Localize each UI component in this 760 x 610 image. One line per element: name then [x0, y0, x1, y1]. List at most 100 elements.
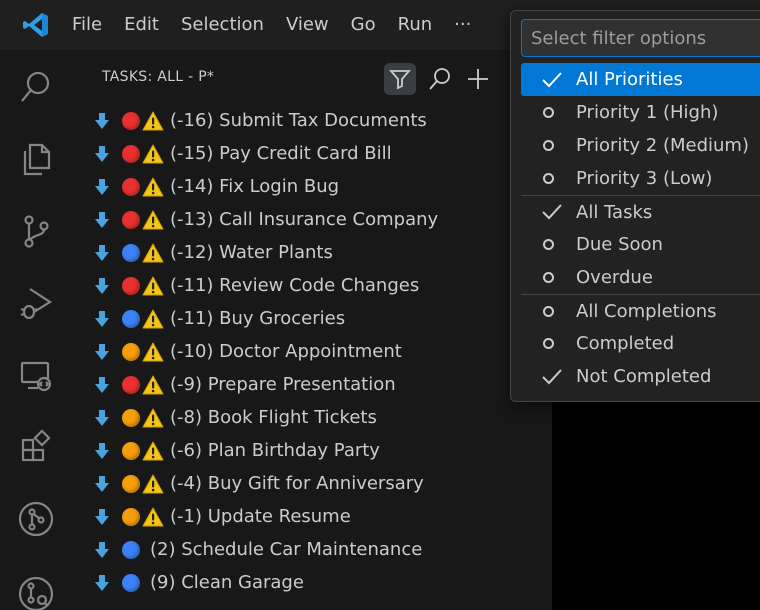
- task-item[interactable]: (-14) Fix Login Bug: [72, 170, 552, 203]
- warning-icon: [142, 342, 164, 362]
- task-list: (-16) Submit Tax Documents (-15) Pay Cred…: [72, 104, 552, 599]
- explorer-icon[interactable]: [13, 136, 59, 182]
- task-item[interactable]: (-6) Plan Birthday Party: [72, 434, 552, 467]
- run-debug-icon[interactable]: [13, 280, 59, 326]
- task-label: (-9) Prepare Presentation: [170, 374, 396, 395]
- task-item[interactable]: (-10) Doctor Appointment: [72, 335, 552, 368]
- filter-option-due-soon[interactable]: Due Soon: [521, 228, 760, 261]
- down-arrow-icon: [94, 244, 110, 262]
- search-icon: [428, 67, 452, 91]
- checkmark-icon: [541, 202, 567, 222]
- warning-icon: [142, 507, 164, 527]
- task-label: (-16) Submit Tax Documents: [170, 110, 427, 131]
- task-label: (-11) Buy Groceries: [170, 308, 346, 329]
- filter-option-all-tasks[interactable]: All Tasks: [521, 195, 760, 228]
- down-arrow-icon: [94, 178, 110, 196]
- radio-bullet-icon: [541, 136, 567, 156]
- filter-option-priority-2-medium[interactable]: Priority 2 (Medium): [521, 129, 760, 162]
- checkmark-icon: [541, 70, 567, 90]
- warning-icon: [142, 210, 164, 230]
- filter-option-not-completed[interactable]: Not Completed: [521, 360, 760, 393]
- down-arrow-icon: [94, 376, 110, 394]
- radio-bullet-icon: [541, 169, 567, 189]
- radio-bullet-icon: [541, 268, 567, 288]
- warning-icon: [142, 375, 164, 395]
- more-menu-button[interactable]: ···: [443, 0, 482, 50]
- filter-option-all-priorities[interactable]: All Priorities: [521, 63, 760, 96]
- filter-icon: [389, 68, 411, 90]
- remote-explorer-icon[interactable]: [13, 352, 59, 398]
- down-arrow-icon: [94, 343, 110, 361]
- filter-options-list: All Priorities Priority 1 (High) Priority …: [521, 63, 760, 393]
- task-label: (-12) Water Plants: [170, 242, 333, 263]
- task-item[interactable]: (-4) Buy Gift for Anniversary: [72, 467, 552, 500]
- warning-icon: [142, 408, 164, 428]
- task-item[interactable]: (-1) Update Resume: [72, 500, 552, 533]
- menu-run[interactable]: Run: [387, 0, 444, 50]
- filter-option-priority-1-high[interactable]: Priority 1 (High): [521, 96, 760, 129]
- task-item[interactable]: (-16) Submit Tax Documents: [72, 104, 552, 137]
- filter-option-all-completions[interactable]: All Completions: [521, 294, 760, 327]
- menu-edit[interactable]: Edit: [113, 0, 170, 50]
- sidebar-title: TASKS: ALL - P*: [102, 69, 215, 85]
- task-label: (-6) Plan Birthday Party: [170, 440, 380, 461]
- warning-icon: [142, 144, 164, 164]
- warning-icon: [142, 441, 164, 461]
- down-arrow-icon: [94, 211, 110, 229]
- extensions-icon[interactable]: [13, 424, 59, 470]
- task-label: (2) Schedule Car Maintenance: [150, 539, 423, 560]
- filter-option-label: Priority 2 (Medium): [576, 135, 749, 156]
- blue-priority-circle-icon: [122, 243, 140, 262]
- task-item[interactable]: (-15) Pay Credit Card Bill: [72, 137, 552, 170]
- warning-icon: [142, 111, 164, 131]
- menu-view[interactable]: View: [275, 0, 340, 50]
- red-priority-circle-icon: [122, 210, 140, 229]
- radio-bullet-icon: [541, 103, 567, 123]
- menu-selection[interactable]: Selection: [170, 0, 275, 50]
- warning-icon: [142, 243, 164, 263]
- red-priority-circle-icon: [122, 276, 140, 295]
- orange-priority-circle-icon: [122, 441, 140, 460]
- checkmark-icon: [541, 367, 567, 387]
- filter-option-label: Not Completed: [576, 366, 712, 387]
- task-item[interactable]: (-8) Book Flight Tickets: [72, 401, 552, 434]
- task-item[interactable]: (-11) Buy Groceries: [72, 302, 552, 335]
- task-item[interactable]: (9) Clean Garage: [72, 566, 552, 599]
- filter-option-label: Due Soon: [576, 234, 663, 255]
- down-arrow-icon: [94, 541, 110, 559]
- red-priority-circle-icon: [122, 144, 140, 163]
- source-control-icon[interactable]: [13, 208, 59, 254]
- tasks-sidebar: TASKS: ALL - P* (-16) Submit Tax Documen…: [72, 50, 552, 610]
- red-priority-circle-icon: [122, 177, 140, 196]
- filter-option-completed[interactable]: Completed: [521, 327, 760, 360]
- task-label: (-11) Review Code Changes: [170, 275, 420, 296]
- radio-bullet-icon: [541, 235, 567, 255]
- red-priority-circle-icon: [122, 111, 140, 130]
- add-icon: [466, 67, 490, 91]
- filter-button[interactable]: [384, 63, 416, 95]
- filter-option-priority-3-low[interactable]: Priority 3 (Low): [521, 162, 760, 195]
- down-arrow-icon: [94, 508, 110, 526]
- filter-option-label: Completed: [576, 333, 675, 354]
- task-item[interactable]: (-11) Review Code Changes: [72, 269, 552, 302]
- filter-options-input[interactable]: [521, 19, 760, 57]
- vscode-logo-icon: [0, 0, 72, 50]
- search-icon[interactable]: [13, 64, 59, 110]
- blue-priority-circle-icon: [122, 573, 140, 592]
- search-button[interactable]: [424, 63, 456, 95]
- git-graph-icon[interactable]: [13, 496, 59, 542]
- filter-option-overdue[interactable]: Overdue: [521, 261, 760, 294]
- radio-bullet-icon: [541, 334, 567, 354]
- menu-file[interactable]: File: [72, 0, 113, 50]
- task-item[interactable]: (-12) Water Plants: [72, 236, 552, 269]
- git-lens-icon[interactable]: [13, 568, 59, 610]
- task-item[interactable]: (-9) Prepare Presentation: [72, 368, 552, 401]
- add-task-button[interactable]: [462, 63, 494, 95]
- warning-icon: [142, 177, 164, 197]
- task-item[interactable]: (2) Schedule Car Maintenance: [72, 533, 552, 566]
- task-label: (9) Clean Garage: [150, 572, 304, 593]
- blue-priority-circle-icon: [122, 309, 140, 328]
- task-label: (-4) Buy Gift for Anniversary: [170, 473, 424, 494]
- task-item[interactable]: (-13) Call Insurance Company: [72, 203, 552, 236]
- menu-go[interactable]: Go: [340, 0, 387, 50]
